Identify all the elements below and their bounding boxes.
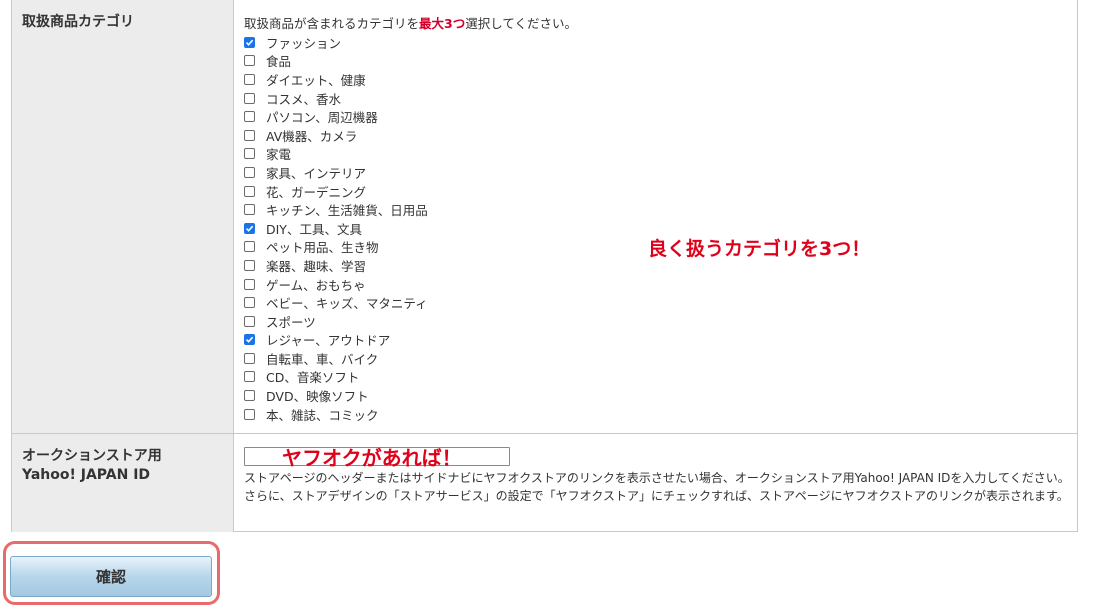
category-option[interactable]: 楽器、趣味、学習 bbox=[244, 256, 428, 275]
checkbox-unchecked[interactable] bbox=[244, 278, 255, 290]
category-option-label: CD、音楽ソフト bbox=[266, 370, 360, 386]
category-option[interactable]: スポーツ bbox=[244, 312, 428, 331]
category-option-label: コスメ、香水 bbox=[266, 91, 342, 107]
checkbox-unchecked[interactable] bbox=[244, 408, 255, 420]
category-option-label: 本、雑誌、コミック bbox=[266, 407, 379, 423]
checkbox-unchecked[interactable] bbox=[244, 390, 255, 402]
category-label: 取扱商品カテゴリ bbox=[22, 14, 134, 30]
auction-id-row: オークションストア用 Yahoo! JAPAN ID ストアページのヘッダーまた… bbox=[12, 434, 1077, 532]
checkbox-unchecked[interactable] bbox=[244, 73, 255, 85]
instructions-emphasis: 最大3つ bbox=[419, 16, 466, 31]
checkbox-unchecked[interactable] bbox=[244, 315, 255, 327]
checkbox-unchecked[interactable] bbox=[244, 185, 255, 197]
category-option-label: 花、ガーデニング bbox=[266, 184, 367, 200]
auction-id-label-line1: オークションストア用 bbox=[22, 448, 162, 464]
category-row: 取扱商品カテゴリ 取扱商品が含まれるカテゴリを最大3つ選択してください。 ファッ… bbox=[12, 0, 1077, 434]
checkbox-checked[interactable] bbox=[244, 222, 255, 234]
category-option-label: 自転車、車、バイク bbox=[266, 351, 379, 367]
category-option[interactable]: パソコン、周辺機器 bbox=[244, 107, 428, 126]
category-option-label: DIY、工具、文具 bbox=[266, 221, 362, 237]
category-option[interactable]: 食品 bbox=[244, 52, 428, 71]
category-option-label: ファッション bbox=[266, 35, 342, 51]
auction-help-text: ストアページのヘッダーまたはサイドナビにヤフオクストアのリンクを表示させたい場合… bbox=[244, 471, 1070, 503]
category-option-label: ペット用品、生き物 bbox=[266, 240, 379, 256]
category-option-label: ダイエット、健康 bbox=[266, 72, 366, 88]
category-option[interactable]: 自転車、車、バイク bbox=[244, 349, 428, 368]
category-option[interactable]: レジャー、アウトドア bbox=[244, 331, 428, 350]
category-option[interactable]: ベビー、キッズ、マタニティ bbox=[244, 293, 428, 312]
category-option[interactable]: CD、音楽ソフト bbox=[244, 368, 428, 387]
check-icon bbox=[245, 336, 254, 344]
category-option-label: ゲーム、おもちゃ bbox=[266, 277, 366, 293]
checkbox-unchecked[interactable] bbox=[244, 352, 255, 364]
settings-form-table: 取扱商品カテゴリ 取扱商品が含まれるカテゴリを最大3つ選択してください。 ファッ… bbox=[11, 0, 1078, 532]
category-option[interactable]: コスメ、香水 bbox=[244, 89, 428, 108]
checkbox-unchecked[interactable] bbox=[244, 111, 255, 123]
category-option[interactable]: ゲーム、おもちゃ bbox=[244, 275, 428, 294]
category-value-cell: 取扱商品が含まれるカテゴリを最大3つ選択してください。 ファッション 食品ダイエッ… bbox=[234, 0, 1077, 433]
check-icon bbox=[245, 39, 254, 46]
auction-header-cell: オークションストア用 Yahoo! JAPAN ID bbox=[12, 434, 234, 532]
checkbox-unchecked[interactable] bbox=[244, 166, 255, 178]
category-header-cell: 取扱商品カテゴリ bbox=[12, 0, 234, 433]
instructions-text: 取扱商品が含まれるカテゴリを bbox=[244, 16, 420, 31]
checkbox-unchecked[interactable] bbox=[244, 129, 255, 141]
checkbox-unchecked[interactable] bbox=[244, 241, 255, 253]
category-option-label: 家具、インテリア bbox=[266, 165, 367, 181]
category-option-label: 家電 bbox=[266, 147, 292, 163]
instructions-text-end: 選択してください。 bbox=[465, 16, 577, 31]
category-option[interactable]: DVD、映像ソフト bbox=[244, 386, 428, 405]
category-option[interactable]: ダイエット、健康 bbox=[244, 70, 428, 89]
category-option[interactable]: 花、ガーデニング bbox=[244, 182, 428, 201]
category-option[interactable]: 本、雑誌、コミック bbox=[244, 405, 428, 424]
confirm-button[interactable]: 確認 bbox=[10, 556, 212, 597]
category-checkbox-list: ファッション 食品ダイエット、健康 コスメ、香水パソコン、周辺機器 AV機器、カメラ家… bbox=[244, 33, 428, 423]
category-option[interactable]: DIY、工具、文具 bbox=[244, 219, 428, 238]
check-icon bbox=[245, 225, 254, 232]
category-option-label: 楽器、趣味、学習 bbox=[266, 258, 367, 274]
auction-annotation: ヤフオクがあれば！ bbox=[282, 446, 462, 470]
checkbox-checked[interactable] bbox=[244, 334, 255, 346]
checkbox-unchecked[interactable] bbox=[244, 204, 255, 216]
category-option-label: スポーツ bbox=[266, 314, 316, 330]
category-option-label: 食品 bbox=[266, 54, 292, 70]
checkbox-unchecked[interactable] bbox=[244, 148, 255, 160]
auction-id-label-line2: Yahoo! JAPAN ID bbox=[22, 467, 151, 483]
checkbox-unchecked[interactable] bbox=[244, 297, 255, 309]
category-option[interactable]: キッチン、生活雑貨、日用品 bbox=[244, 200, 428, 219]
category-option-label: パソコン、周辺機器 bbox=[266, 110, 378, 126]
category-option[interactable]: ファッション bbox=[244, 33, 428, 52]
category-option-label: レジャー、アウトドア bbox=[266, 333, 391, 349]
category-option-label: キッチン、生活雑貨、日用品 bbox=[266, 203, 428, 219]
category-instructions: 取扱商品が含まれるカテゴリを最大3つ選択してください。 bbox=[244, 13, 577, 32]
checkbox-unchecked[interactable] bbox=[244, 259, 255, 271]
checkbox-unchecked[interactable] bbox=[244, 371, 255, 383]
checkbox-unchecked[interactable] bbox=[244, 55, 255, 67]
category-annotation: 良く扱うカテゴリを3つ！ bbox=[648, 238, 871, 260]
auction-id-label: オークションストア用 Yahoo! JAPAN ID bbox=[22, 447, 162, 485]
category-option-label: ベビー、キッズ、マタニティ bbox=[266, 296, 428, 312]
category-option[interactable]: 家電 bbox=[244, 145, 428, 164]
category-option[interactable]: ペット用品、生き物 bbox=[244, 238, 428, 257]
category-option[interactable]: AV機器、カメラ bbox=[244, 126, 428, 145]
category-option-label: DVD、映像ソフト bbox=[266, 389, 369, 405]
category-option[interactable]: 家具、インテリア bbox=[244, 163, 428, 182]
checkbox-checked[interactable] bbox=[244, 36, 255, 48]
checkbox-unchecked[interactable] bbox=[244, 92, 255, 104]
category-option-label: AV機器、カメラ bbox=[266, 128, 358, 144]
